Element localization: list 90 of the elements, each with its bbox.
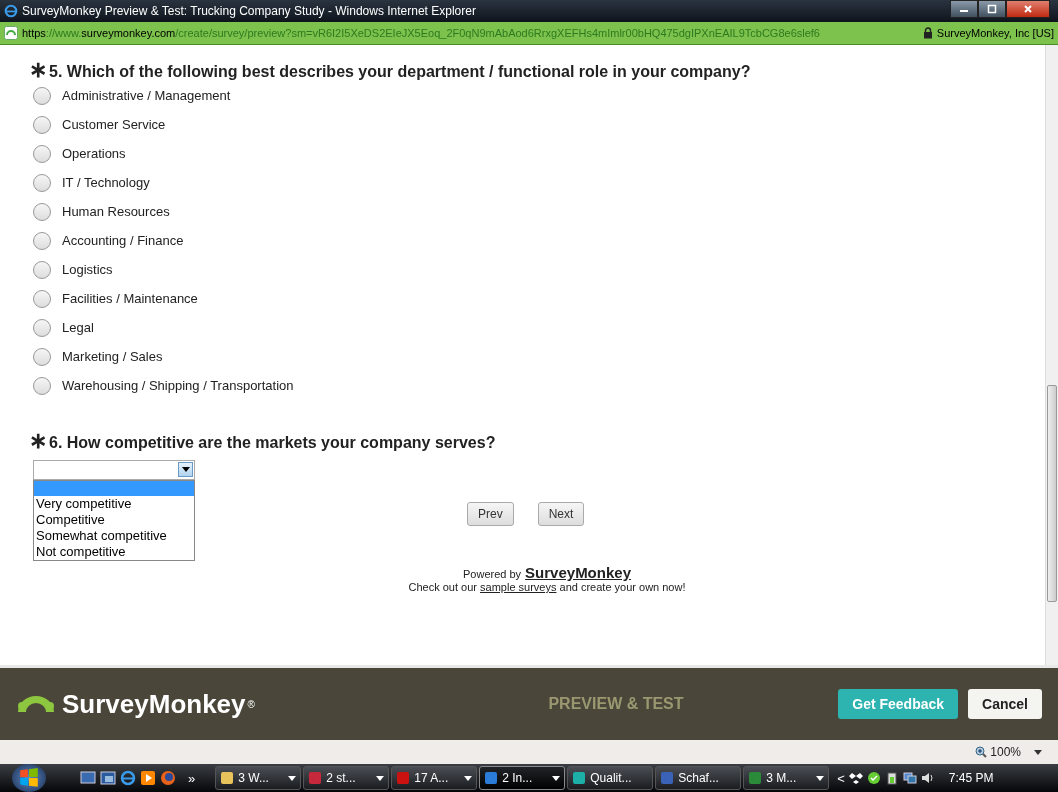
caret-icon[interactable] [552, 775, 561, 781]
caret-icon[interactable] [816, 775, 825, 781]
option-label: Accounting / Finance [62, 233, 184, 248]
dropbox-icon[interactable] [848, 771, 863, 785]
desktop-icon[interactable] [80, 770, 96, 786]
taskbar-button[interactable]: 2 st... [303, 766, 390, 790]
option-label: IT / Technology [62, 175, 150, 190]
power-icon[interactable] [884, 771, 899, 785]
tray-arrow[interactable]: < [837, 770, 845, 786]
option-label: Legal [62, 320, 94, 335]
windows-logo-icon [18, 767, 40, 789]
radio-button[interactable] [33, 318, 51, 337]
radio-button[interactable] [33, 202, 51, 221]
dropdown-field[interactable] [33, 460, 195, 480]
radio-button[interactable] [33, 86, 51, 105]
sample-surveys-link[interactable]: sample surveys [480, 581, 557, 593]
brand-link[interactable]: SurveyMonkey [525, 564, 631, 581]
taskbar-button[interactable]: 3 W... [215, 766, 302, 790]
taskbar-button[interactable]: Schaf... [655, 766, 742, 790]
caret-icon[interactable] [288, 775, 297, 781]
taskbar-button[interactable]: 3 M... [743, 766, 830, 790]
overflow-chevron[interactable]: » [188, 770, 196, 786]
browser-logo-icon [4, 4, 18, 18]
radio-button[interactable] [33, 231, 51, 250]
promo-text: Check out our sample surveys and create your own now! [407, 581, 687, 593]
nav-button[interactable]: Next [537, 502, 585, 526]
media-player-icon[interactable] [140, 770, 156, 786]
option-label: Facilities / Maintenance [62, 291, 198, 306]
minimize-button[interactable] [950, 0, 978, 18]
option-label: Operations [62, 146, 126, 161]
cancel-button[interactable]: Cancel [968, 689, 1042, 719]
speaker-icon[interactable] [920, 771, 935, 785]
dropdown-option[interactable]: Somewhat competitive [34, 528, 194, 544]
task-label: 3 M... [766, 771, 798, 785]
zoom-level[interactable]: 100% [990, 745, 1021, 759]
radio-button[interactable] [33, 173, 51, 192]
task-label: 2 st... [326, 771, 357, 785]
task-label: Schaf... [678, 771, 720, 785]
scrollbar[interactable] [1045, 45, 1058, 665]
dropdown-option[interactable]: Very competitive [34, 496, 194, 512]
task-label: Qualit... [590, 771, 633, 785]
caret-icon[interactable] [1034, 749, 1042, 755]
check-badge-icon[interactable] [866, 771, 881, 785]
zoom-icon [975, 746, 988, 758]
caret-icon[interactable] [376, 775, 385, 781]
radio-button[interactable] [33, 289, 51, 308]
option-label: Customer Service [62, 117, 166, 132]
certificate-label[interactable]: SurveyMonkey, Inc [US] [936, 27, 1054, 39]
logo-text: SurveyMonkey [62, 688, 246, 720]
nav-button[interactable]: Prev [467, 502, 514, 526]
radio-button[interactable] [33, 144, 51, 163]
task-label: 17 A... [414, 771, 450, 785]
dropdown-option[interactable]: Not competitive [34, 544, 194, 560]
network-icon[interactable] [902, 771, 917, 785]
maximize-icon [987, 4, 997, 14]
window-title: SurveyMonkey Preview & Test: Trucking Company Study - Windows Internet Explorer [22, 4, 477, 18]
option-label: Human Resources [62, 204, 170, 219]
option-label: Administrative / Management [62, 88, 231, 103]
option-label: Marketing / Sales [62, 349, 163, 364]
radio-button[interactable] [33, 260, 51, 279]
caret-icon[interactable] [464, 775, 473, 781]
maximize-button[interactable] [978, 0, 1006, 18]
start-button[interactable] [12, 764, 46, 792]
clock: 7:45 PM [948, 771, 994, 785]
address-url[interactable]: https://www.surveymonkey.com/create/survey/preview?sm=vR6I2I5XeDS2EIeJX5Eoq_2F0qN9mAbAod6RrxgXEFHs4mImlr00bHQ475dgIPXnEAIL9TcbCG8e6slef6 [22, 27, 919, 39]
question-title: 5. Which of the following best describes your department / functional role in your company? [49, 63, 751, 81]
radio-button[interactable] [33, 347, 51, 366]
radio-button[interactable] [33, 376, 51, 395]
option-label: Warehousing / Shipping / Transportation [62, 378, 294, 393]
required-mark: ∗ [29, 433, 47, 449]
close-icon [1023, 4, 1033, 14]
required-mark: ∗ [29, 62, 47, 78]
radio-button[interactable] [33, 115, 51, 134]
question-title: 6. How competitive are the markets your company serves? [49, 434, 496, 452]
dropdown-option[interactable]: Competitive [34, 512, 194, 528]
taskbar-button[interactable]: 2 In... [479, 766, 566, 790]
taskbar-button[interactable]: Qualit... [567, 766, 654, 790]
mode-label: PREVIEW & TEST [547, 695, 685, 713]
window-switch-icon[interactable] [100, 770, 116, 786]
lock-icon [922, 27, 933, 39]
close-button[interactable] [1006, 0, 1050, 18]
registered-mark: ® [247, 698, 255, 710]
task-label: 3 W... [238, 771, 270, 785]
option-label: Logistics [62, 262, 113, 277]
browser-icon[interactable] [120, 770, 136, 786]
taskbar-button[interactable]: 17 A... [391, 766, 478, 790]
firefox-icon[interactable] [160, 770, 176, 786]
powered-by-label: Powered by [463, 568, 522, 580]
task-label: 2 In... [502, 771, 534, 785]
secure-site-icon [4, 26, 18, 40]
